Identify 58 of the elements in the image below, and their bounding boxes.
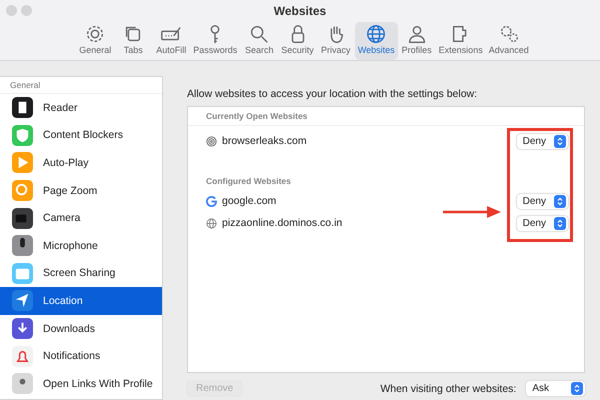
google-icon [206,196,217,206]
toolbar-tab[interactable]: Search [240,22,278,60]
toolbar-tab[interactable]: Advanced [486,22,532,60]
app-icon [12,97,33,118]
app-icon [12,124,33,146]
description-text: Allow websites to access your location with the settings below: [187,88,478,100]
sidebar-item[interactable]: Open Links With Profile [0,370,162,398]
permission-dropdown[interactable]: Deny [516,216,568,230]
toolbar-tab[interactable]: Extensions [436,22,486,60]
window-title: Websites [274,4,326,18]
list-section-heading: Configured Websites [205,175,292,188]
toolbar-tab[interactable]: Tabs [114,22,152,60]
sidebar-item[interactable]: Screen Sharing [0,260,162,288]
toolbar-tab[interactable]: Security [278,22,317,60]
sidebar-item[interactable]: Camera [0,204,162,232]
arrow-drawing [443,205,503,219]
default-permission-dropdown[interactable]: Ask [526,381,585,396]
sidebar-item[interactable]: Content Blockers [0,122,162,150]
app-icon [12,208,33,229]
app-icon [12,373,33,394]
sidebar-item[interactable]: Downloads [0,314,162,342]
toolbar-tab[interactable]: General [76,22,114,60]
app-icon [12,262,33,284]
toolbar-tab[interactable]: Profiles [398,22,436,60]
toolbar-tab[interactable]: AutoFill [152,22,190,60]
sidebar-item[interactable]: Reader [0,94,162,122]
permission-dropdown[interactable]: Deny [516,134,568,148]
sidebar-item[interactable]: Notifications [0,342,162,370]
website-name: pizzaonline.dominos.co.in [222,217,344,229]
toolbar-tab[interactable]: Passwords [190,22,240,60]
window-control-icon[interactable] [6,5,17,16]
sidebar-item[interactable]: Page Zoom [0,176,162,204]
other-websites-label: When visiting other websites: [380,382,516,394]
sidebar-item[interactable]: Microphone [0,232,162,260]
list-section-heading: Currently Open Websites [188,107,584,126]
app-icon [12,152,33,174]
sidebar-item[interactable]: Auto-Play [0,149,162,177]
window-control-icon[interactable] [21,5,32,16]
toolbar-tab[interactable]: Websites [354,22,398,60]
toolbar-tab[interactable]: Privacy [316,22,355,60]
stepper-icon [554,134,566,148]
website-name: browserleaks.com [222,135,308,147]
globe-icon [365,23,388,45]
app-icon [12,290,33,312]
app-icon [12,235,33,256]
search-icon [248,23,270,45]
sidebar-item[interactable]: Location [0,287,162,315]
app-icon [12,318,33,340]
stepper-icon [571,382,583,395]
permission-dropdown[interactable]: Deny [516,194,568,208]
fingerprint-icon [206,136,217,146]
website-name: google.com [222,195,278,207]
globe-icon [206,218,217,228]
sidebar-section-heading: General [0,77,162,94]
stepper-icon [554,216,566,230]
app-icon [12,346,33,367]
stepper-icon [554,194,566,208]
app-icon [12,180,33,202]
